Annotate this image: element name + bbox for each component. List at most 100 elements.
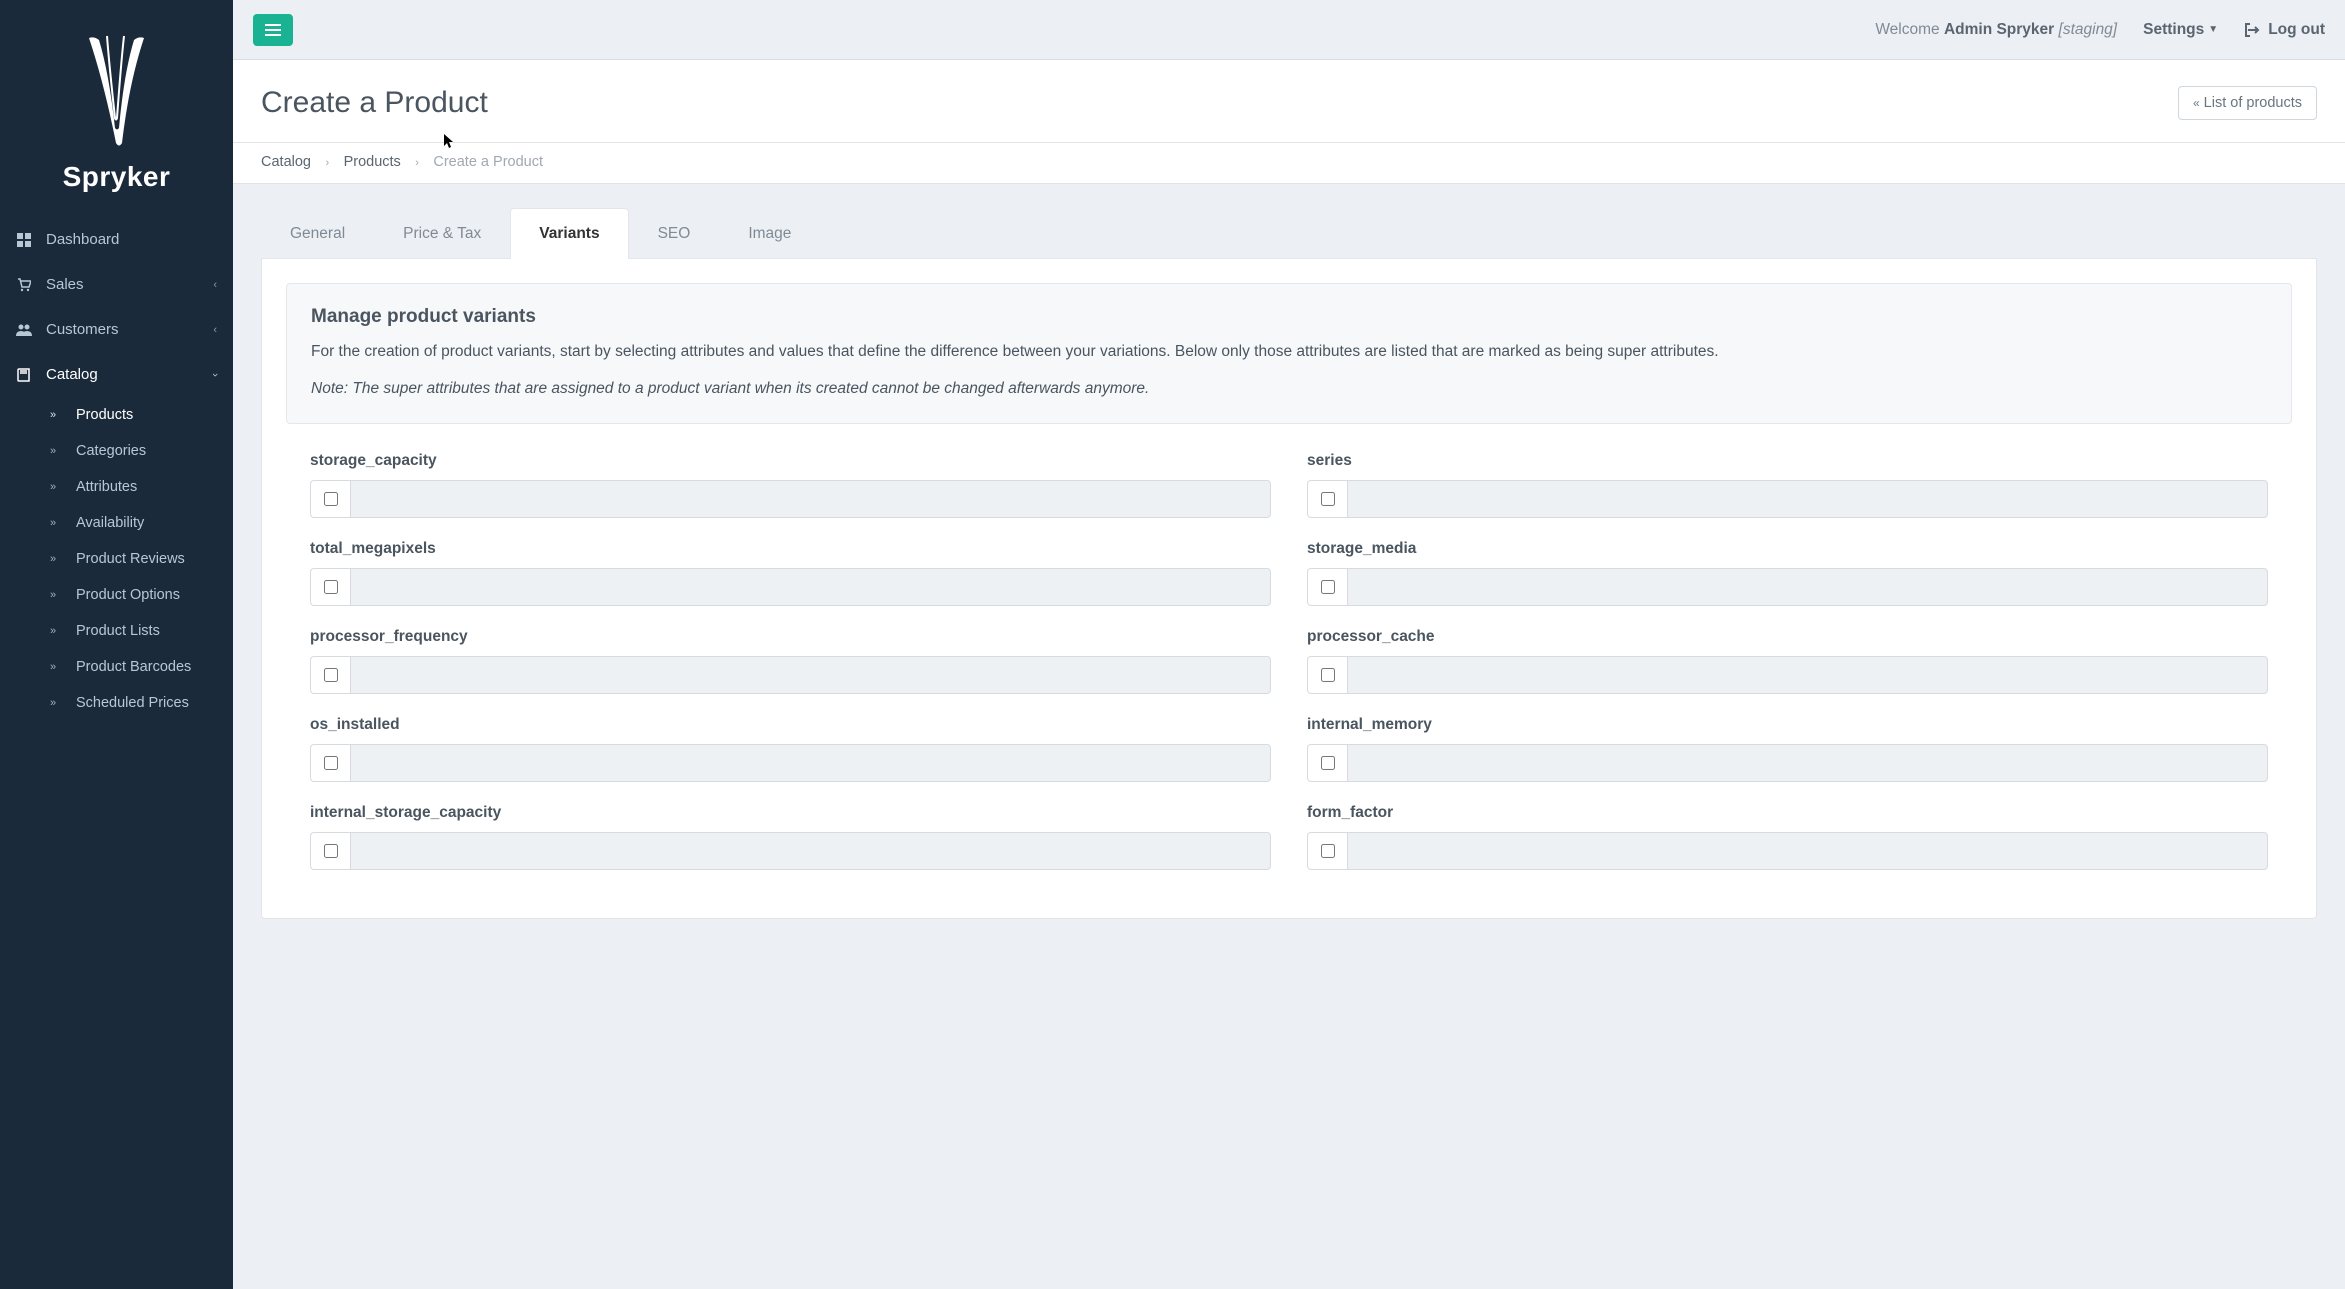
sidebar-toggle-button[interactable]	[253, 14, 293, 46]
sidebar-sub-categories[interactable]: »Categories	[34, 433, 233, 469]
chevron-down-icon: ›	[209, 373, 221, 377]
attr-input[interactable]	[350, 744, 1271, 782]
angle-double-right-icon: »	[50, 553, 64, 565]
attr-field-processor-cache: processor_cache	[1307, 628, 2268, 694]
sidebar-item-dashboard[interactable]: Dashboard	[0, 217, 233, 262]
chevron-left-icon: ‹	[213, 279, 217, 291]
sidebar-sub-product-barcodes[interactable]: »Product Barcodes	[34, 649, 233, 685]
breadcrumb-products[interactable]: Products	[344, 154, 401, 170]
sidebar-sub-product-options[interactable]: »Product Options	[34, 577, 233, 613]
tab-image[interactable]: Image	[719, 208, 820, 259]
angle-double-right-icon: »	[50, 589, 64, 601]
brand-name: Spryker	[63, 161, 171, 193]
tab-list: General Price & Tax Variants SEO Image	[261, 208, 2317, 259]
settings-dropdown[interactable]: Settings ▼	[2143, 21, 2218, 39]
tab-seo[interactable]: SEO	[629, 208, 720, 259]
attr-checkbox-wrap	[1307, 480, 1347, 518]
main-content: Welcome Admin Spryker [staging] Settings…	[233, 0, 2345, 1289]
attr-checkbox[interactable]	[1321, 756, 1335, 770]
angle-double-right-icon: »	[50, 625, 64, 637]
angle-double-right-icon: »	[50, 445, 64, 457]
logout-link[interactable]: Log out	[2244, 21, 2325, 39]
angle-double-right-icon: »	[50, 481, 64, 493]
sidebar-sub-products[interactable]: »Products	[34, 397, 233, 433]
sidebar-sub-product-lists[interactable]: »Product Lists	[34, 613, 233, 649]
book-icon	[16, 368, 32, 382]
attr-input[interactable]	[350, 656, 1271, 694]
attr-field-internal-memory: internal_memory	[1307, 716, 2268, 782]
sidebar-sub-scheduled-prices[interactable]: »Scheduled Prices	[34, 685, 233, 721]
sidebar-item-label: Customers	[46, 321, 119, 338]
sidebar-sub-product-reviews[interactable]: »Product Reviews	[34, 541, 233, 577]
chevron-left-icon: ‹	[213, 324, 217, 336]
attr-checkbox[interactable]	[1321, 492, 1335, 506]
sidebar-item-label: Sales	[46, 276, 84, 293]
attr-checkbox-wrap	[1307, 656, 1347, 694]
tab-general[interactable]: General	[261, 208, 374, 259]
cart-icon	[16, 278, 32, 292]
attr-checkbox[interactable]	[324, 580, 338, 594]
welcome-text: Welcome Admin Spryker [staging]	[1875, 21, 2117, 39]
angle-double-right-icon: »	[50, 661, 64, 673]
attr-checkbox[interactable]	[1321, 844, 1335, 858]
sidebar-sub-attributes[interactable]: »Attributes	[34, 469, 233, 505]
page-header: Create a Product « List of products	[233, 60, 2345, 143]
info-note: Note: The super attributes that are assi…	[311, 377, 2267, 400]
attr-checkbox-wrap	[310, 744, 350, 782]
chevron-right-icon: ›	[325, 157, 329, 169]
breadcrumb-current: Create a Product	[433, 154, 543, 170]
sidebar-item-catalog[interactable]: Catalog ›	[0, 352, 233, 397]
sidebar-item-label: Catalog	[46, 366, 98, 383]
dashboard-icon	[16, 233, 32, 247]
attr-input[interactable]	[1347, 656, 2268, 694]
caret-down-icon: ▼	[2208, 24, 2218, 35]
attr-input[interactable]	[1347, 744, 2268, 782]
tab-variants[interactable]: Variants	[510, 208, 628, 259]
attr-checkbox[interactable]	[324, 668, 338, 682]
angle-double-right-icon: »	[50, 697, 64, 709]
sidebar-item-sales[interactable]: Sales ‹	[0, 262, 233, 307]
attr-checkbox[interactable]	[1321, 668, 1335, 682]
attr-input[interactable]	[1347, 832, 2268, 870]
attr-input[interactable]	[350, 568, 1271, 606]
hamburger-icon	[265, 23, 281, 37]
attr-checkbox-wrap	[310, 832, 350, 870]
attr-field-processor-frequency: processor_frequency	[310, 628, 1271, 694]
angle-double-right-icon: »	[50, 409, 64, 421]
sidebar-item-customers[interactable]: Customers ‹	[0, 307, 233, 352]
attr-checkbox[interactable]	[324, 844, 338, 858]
attr-checkbox-wrap	[1307, 568, 1347, 606]
attr-checkbox[interactable]	[324, 492, 338, 506]
breadcrumb-catalog[interactable]: Catalog	[261, 154, 311, 170]
attr-checkbox[interactable]	[324, 756, 338, 770]
attr-input[interactable]	[1347, 480, 2268, 518]
angle-double-left-icon: «	[2193, 96, 2200, 110]
attribute-grid: storage_capacity series	[286, 452, 2292, 894]
users-icon	[16, 323, 32, 337]
attr-checkbox-wrap	[1307, 744, 1347, 782]
attr-input[interactable]	[350, 480, 1271, 518]
info-box: Manage product variants For the creation…	[286, 283, 2292, 424]
breadcrumbs: Catalog › Products › Create a Product	[233, 143, 2345, 184]
sidebar-sub-availability[interactable]: »Availability	[34, 505, 233, 541]
angle-double-right-icon: »	[50, 517, 64, 529]
oryx-icon	[69, 28, 164, 153]
attr-checkbox[interactable]	[1321, 580, 1335, 594]
attr-field-internal-storage-capacity: internal_storage_capacity	[310, 804, 1271, 870]
attr-field-total-megapixels: total_megapixels	[310, 540, 1271, 606]
info-heading: Manage product variants	[311, 306, 2267, 328]
attr-checkbox-wrap	[310, 656, 350, 694]
sign-out-icon	[2244, 23, 2260, 37]
info-description: For the creation of product variants, st…	[311, 340, 2267, 363]
attr-checkbox-wrap	[1307, 832, 1347, 870]
variants-panel: Manage product variants For the creation…	[261, 258, 2317, 919]
attr-checkbox-wrap	[310, 568, 350, 606]
attr-checkbox-wrap	[310, 480, 350, 518]
attr-field-series: series	[1307, 452, 2268, 518]
list-products-button[interactable]: « List of products	[2178, 86, 2317, 120]
attr-input[interactable]	[350, 832, 1271, 870]
sidebar: Spryker Dashboard Sales ‹ Customers ‹	[0, 0, 233, 1289]
attr-field-storage-media: storage_media	[1307, 540, 2268, 606]
attr-input[interactable]	[1347, 568, 2268, 606]
tab-price-tax[interactable]: Price & Tax	[374, 208, 510, 259]
